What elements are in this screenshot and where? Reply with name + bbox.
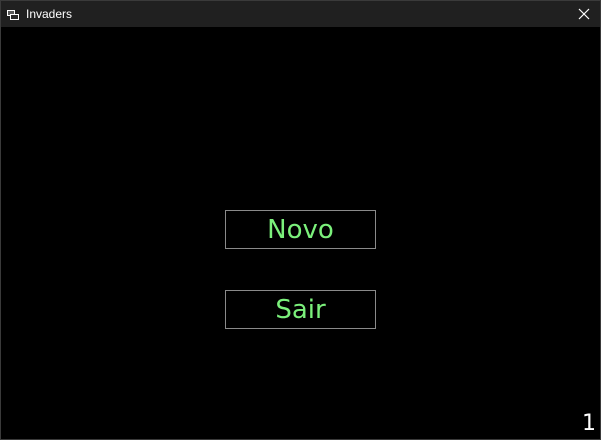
- app-icon: [7, 8, 19, 20]
- window-title: Invaders: [26, 7, 73, 21]
- exit-button[interactable]: Sair: [225, 290, 376, 329]
- counter-text: 1: [582, 411, 596, 436]
- new-game-button[interactable]: Novo: [225, 210, 376, 249]
- close-icon: [578, 8, 590, 20]
- game-canvas: Novo Sair 1: [1, 27, 600, 439]
- title-bar[interactable]: Invaders: [1, 1, 600, 27]
- app-window: Invaders Novo Sair 1: [0, 0, 601, 440]
- close-button[interactable]: [568, 1, 600, 27]
